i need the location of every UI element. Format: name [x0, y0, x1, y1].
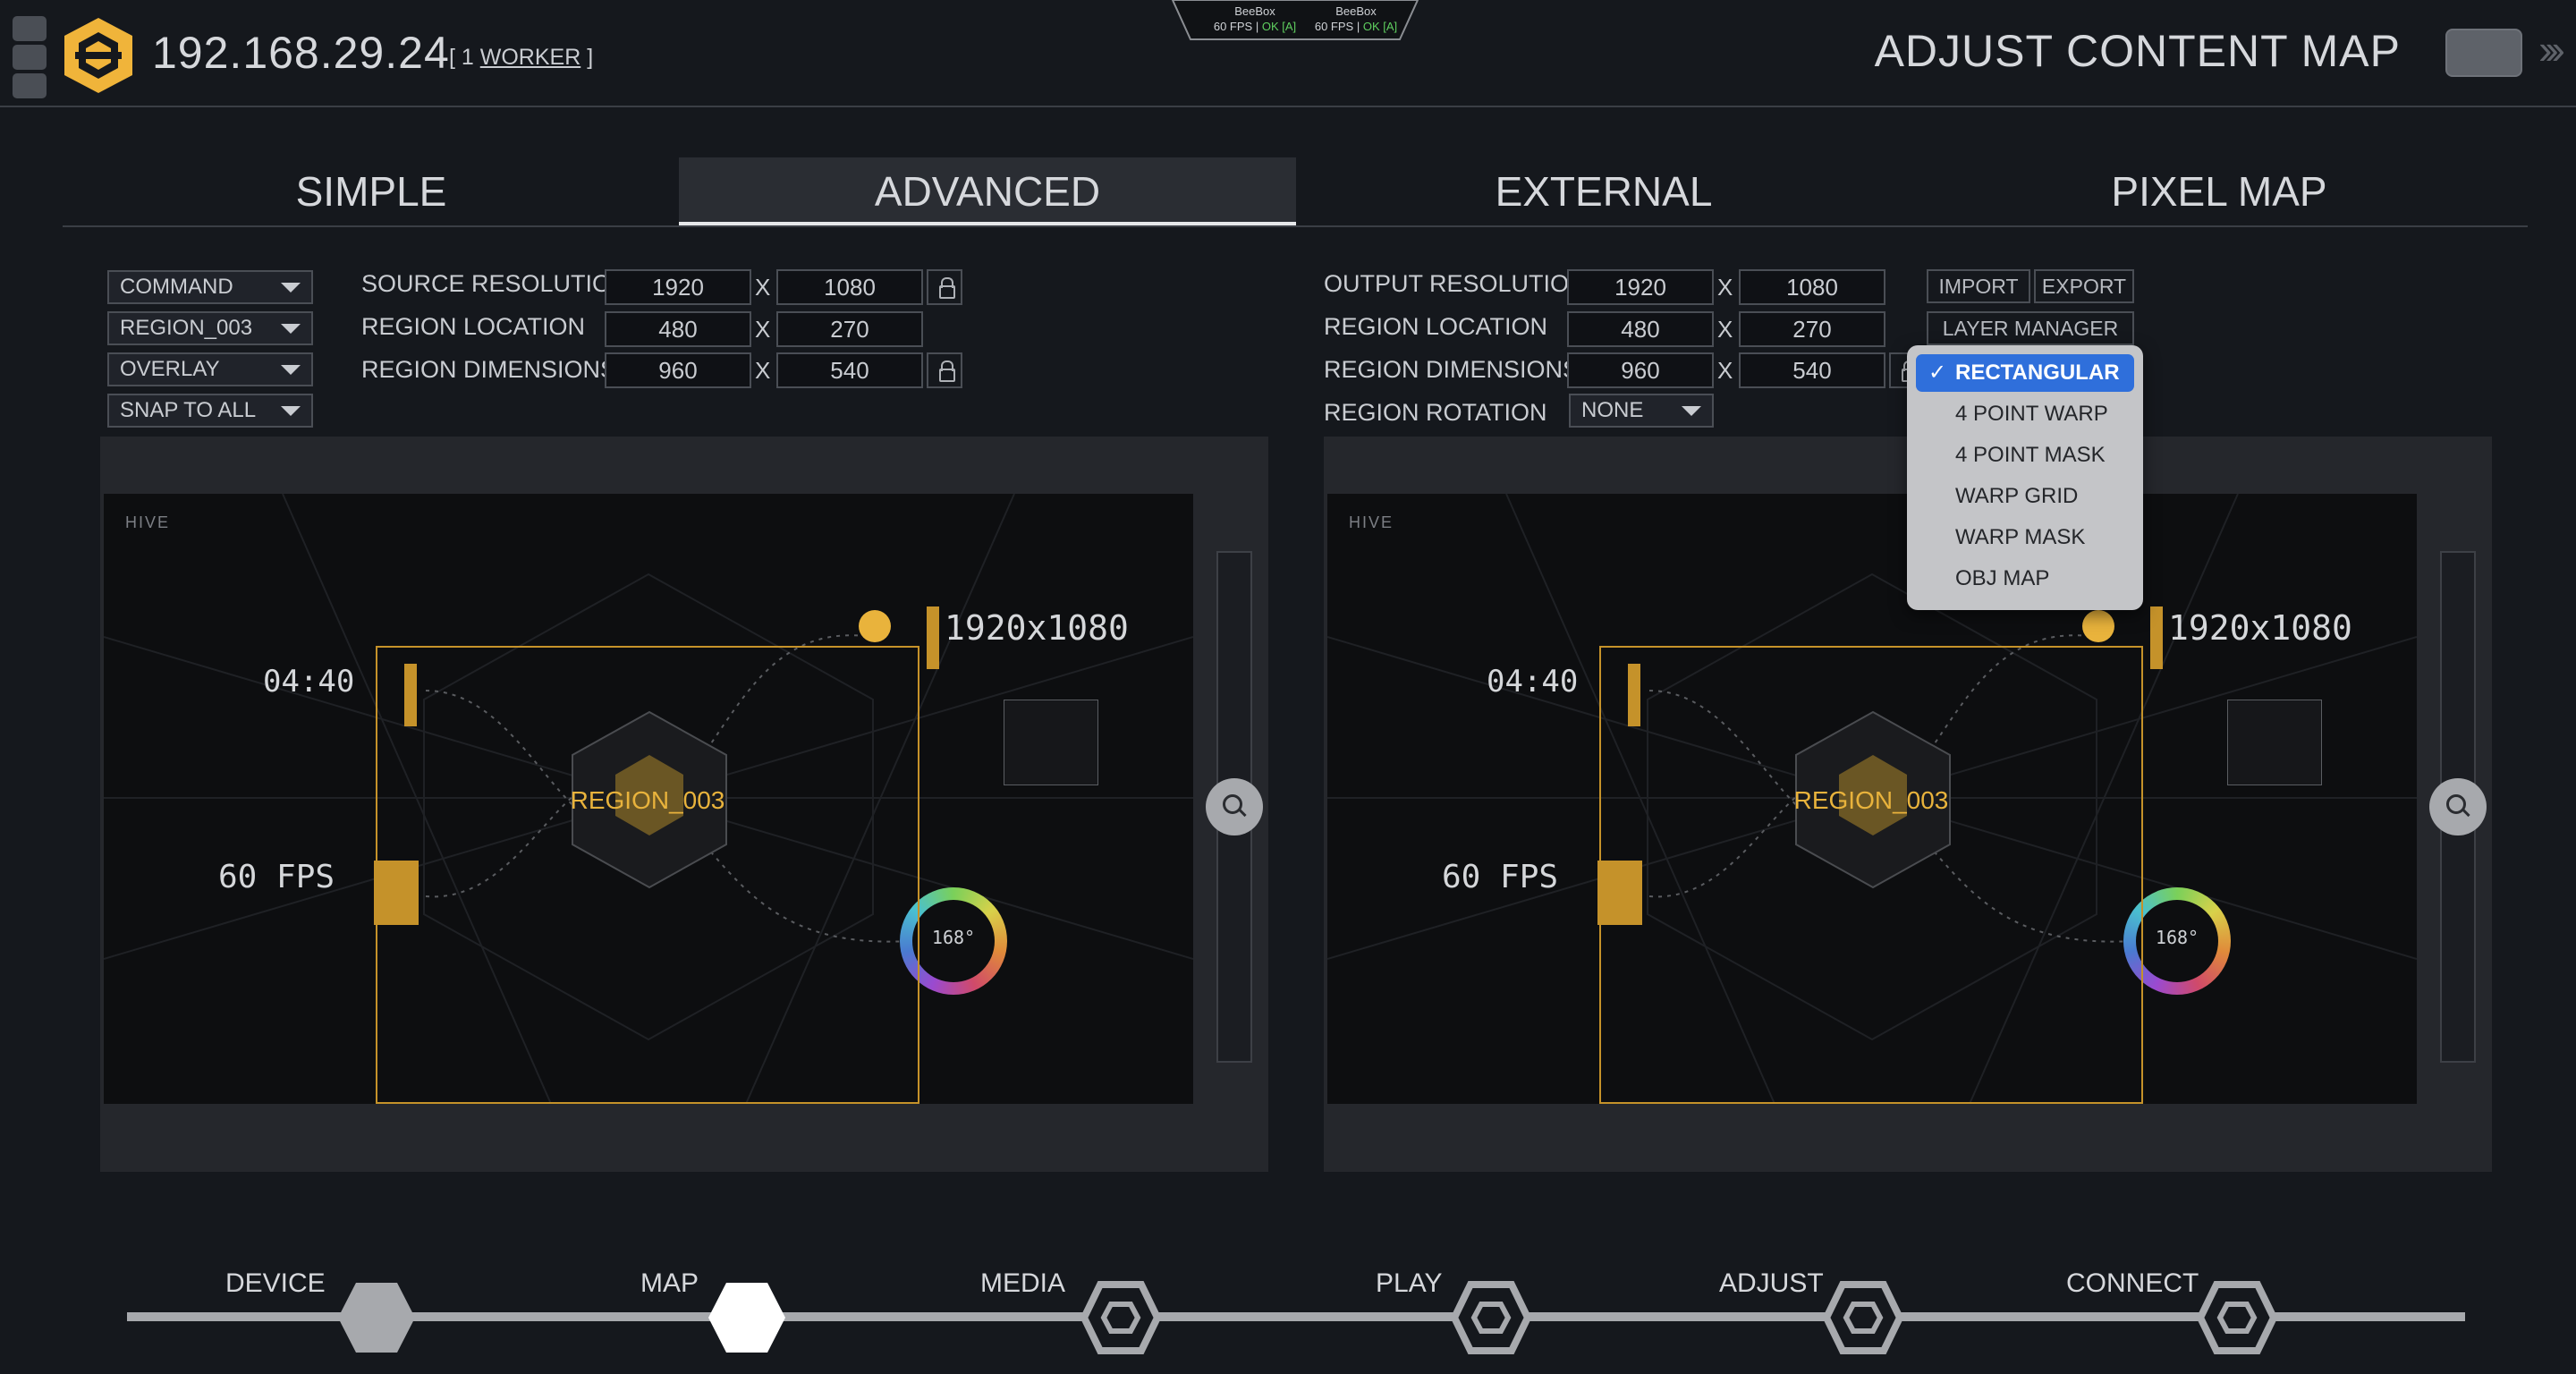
output-width-input[interactable]: 1920: [1567, 269, 1714, 305]
resolution-overlay: 1920x1080: [2168, 608, 2352, 648]
menu-item-warp-grid[interactable]: WARP GRID: [1916, 478, 2134, 515]
device-status-1: BeeBox 60 FPS | OK [A]: [1213, 4, 1297, 33]
region-y-input[interactable]: 270: [776, 311, 923, 347]
region-dimensions-label: REGION DIMENSIONS: [361, 356, 617, 383]
chevron-down-icon: [1682, 406, 1701, 416]
menu-item-4-point-mask[interactable]: 4 POINT MASK: [1916, 437, 2134, 474]
tab-advanced[interactable]: ADVANCED: [679, 157, 1296, 225]
source-width-input[interactable]: 1920: [605, 269, 751, 305]
snap-dropdown[interactable]: SNAP TO ALL: [107, 394, 313, 428]
output-height-input[interactable]: 1080: [1739, 269, 1885, 305]
device-ip: 192.168.29.24: [152, 28, 450, 78]
import-button[interactable]: IMPORT: [1927, 269, 2030, 303]
hive-logo-icon: [64, 18, 132, 93]
status-dot: [2082, 610, 2114, 642]
device-status-tab: BeeBox 60 FPS | OK [A] BeeBox 60 FPS | O…: [1172, 0, 1419, 41]
worker-count: [ 1 WORKER ]: [449, 45, 594, 70]
nav-media-hex-icon[interactable]: [1080, 1281, 1161, 1354]
nav-play-label[interactable]: PLAY: [1376, 1268, 1443, 1299]
menu-icon[interactable]: [13, 16, 47, 41]
region-y-input[interactable]: 270: [1739, 311, 1885, 347]
zoom-search-icon[interactable]: [2429, 778, 2487, 835]
header-bar: 192.168.29.24 [ 1 WORKER ] BeeBox 60 FPS…: [0, 0, 2576, 107]
region-location-label: REGION LOCATION: [1324, 313, 1548, 340]
nav-map-label[interactable]: MAP: [640, 1268, 699, 1299]
fps-overlay: 60 FPS: [1442, 859, 1559, 895]
nav-adjust-label[interactable]: ADJUST: [1719, 1268, 1824, 1299]
menu-item-obj-map[interactable]: OBJ MAP: [1916, 560, 2134, 598]
nav-device-hex-icon[interactable]: [336, 1281, 417, 1354]
menu-icon[interactable]: [13, 73, 47, 98]
tabs-divider: [63, 225, 2528, 227]
worker-link[interactable]: WORKER: [480, 45, 581, 70]
region-shape-menu: ✓ RECTANGULAR 4 POINT WARP 4 POINT MASK W…: [1907, 345, 2143, 610]
region-dropdown[interactable]: REGION_003: [107, 311, 313, 345]
nav-adjust-hex-icon[interactable]: [1823, 1281, 1903, 1354]
page-title: ADJUST CONTENT MAP: [1874, 26, 2401, 76]
panel-toggle-button[interactable]: [2445, 29, 2522, 77]
region-rectangle[interactable]: REGION_003: [1599, 646, 2143, 1104]
nav-map-hex-icon[interactable]: [707, 1281, 787, 1354]
expand-arrows-icon[interactable]: ›››: [2538, 25, 2565, 73]
output-resolution-label: OUTPUT RESOLUTION: [1324, 270, 1587, 297]
output-canvas[interactable]: HIVE 04:40 1920x1080 60 FPS 168° REGION_…: [1327, 494, 2417, 1104]
overlay-dropdown[interactable]: OVERLAY: [107, 352, 313, 386]
zoom-search-icon[interactable]: [1206, 778, 1263, 835]
region-label: REGION_003: [1793, 786, 1949, 814]
region-width-input[interactable]: 960: [1567, 352, 1714, 388]
region-x-input[interactable]: 480: [605, 311, 751, 347]
source-canvas[interactable]: HIVE 04:40 1920x1080 60 FPS 168° REGION_…: [104, 494, 1193, 1104]
region-rectangle[interactable]: REGION_003: [376, 646, 919, 1104]
region-width-input[interactable]: 960: [605, 352, 751, 388]
time-overlay: 04:40: [1487, 664, 1579, 700]
source-height-input[interactable]: 1080: [776, 269, 923, 305]
resolution-marker: [2150, 606, 2163, 669]
region-rotation-label: REGION ROTATION: [1324, 399, 1547, 426]
layer-manager-button[interactable]: LAYER MANAGER: [1927, 311, 2134, 345]
menu-item-warp-mask[interactable]: WARP MASK: [1916, 519, 2134, 556]
region-label: REGION_003: [570, 786, 725, 814]
menu-item-rectangular[interactable]: ✓ RECTANGULAR: [1916, 354, 2134, 392]
nav-connect-hex-icon[interactable]: [2197, 1281, 2277, 1354]
chevron-down-icon: [281, 283, 301, 293]
chevron-down-icon: [281, 406, 301, 416]
hive-watermark: HIVE: [1349, 513, 1394, 531]
rotation-dropdown[interactable]: NONE: [1569, 394, 1714, 428]
workflow-track: [127, 1312, 2465, 1321]
region-height-input[interactable]: 540: [776, 352, 923, 388]
tab-external[interactable]: EXTERNAL: [1295, 157, 1912, 225]
source-resolution-label: SOURCE RESOLUTION: [361, 270, 629, 297]
region-dimensions-label: REGION DIMENSIONS: [1324, 356, 1580, 383]
checkmark-icon: ✓: [1928, 360, 1947, 385]
chevron-down-icon: [281, 365, 301, 375]
region-height-input[interactable]: 540: [1739, 352, 1885, 388]
export-button[interactable]: EXPORT: [2034, 269, 2134, 303]
nav-media-label[interactable]: MEDIA: [980, 1268, 1065, 1299]
nav-play-hex-icon[interactable]: [1451, 1281, 1531, 1354]
tab-simple[interactable]: SIMPLE: [63, 157, 680, 225]
tab-pixel-map[interactable]: PIXEL MAP: [1911, 157, 2528, 225]
fps-overlay: 60 FPS: [218, 859, 335, 895]
time-overlay: 04:40: [263, 664, 355, 700]
region-x-input[interactable]: 480: [1567, 311, 1714, 347]
lock-icon[interactable]: [927, 352, 962, 388]
resolution-marker: [927, 606, 939, 669]
resolution-overlay: 1920x1080: [945, 608, 1129, 648]
region-location-label: REGION LOCATION: [361, 313, 586, 340]
menu-item-4-point-warp[interactable]: 4 POINT WARP: [1916, 395, 2134, 433]
menu-icon[interactable]: [13, 45, 47, 70]
hive-watermark: HIVE: [125, 513, 171, 531]
lock-icon[interactable]: [927, 269, 962, 305]
device-status-2: BeeBox 60 FPS | OK [A]: [1314, 4, 1398, 33]
nav-device-label[interactable]: DEVICE: [225, 1268, 326, 1299]
status-dot: [859, 610, 891, 642]
chevron-down-icon: [281, 324, 301, 334]
nav-connect-label[interactable]: CONNECT: [2066, 1268, 2199, 1299]
image-placeholder-icon: [1004, 700, 1098, 785]
source-preview-panel: HIVE 04:40 1920x1080 60 FPS 168° REGION_…: [100, 437, 1268, 1172]
command-dropdown[interactable]: COMMAND: [107, 270, 313, 304]
image-placeholder-icon: [2227, 700, 2322, 785]
